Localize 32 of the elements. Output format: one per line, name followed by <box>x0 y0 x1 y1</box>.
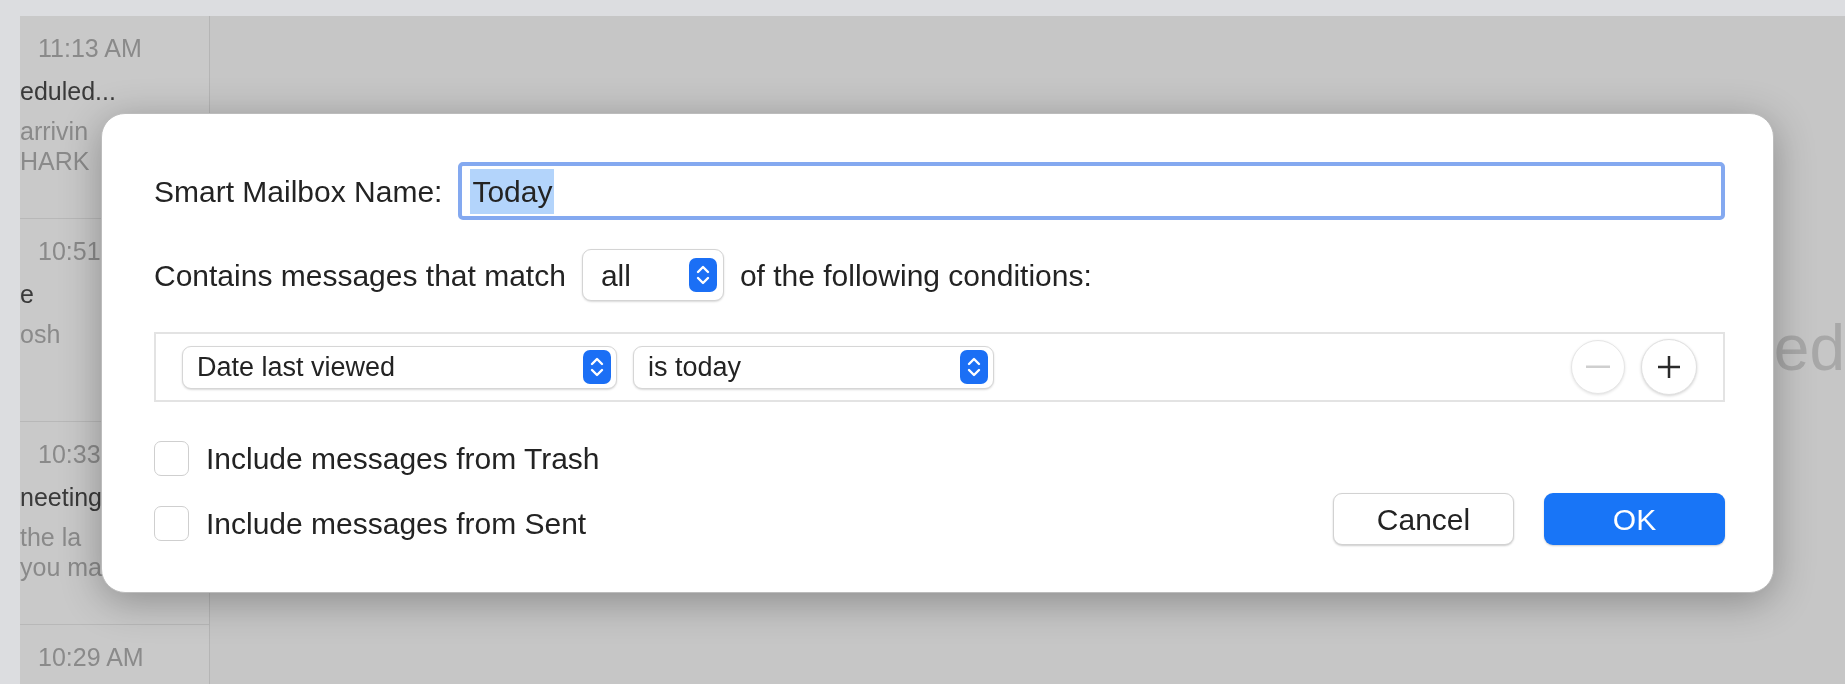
stepper-icon <box>583 350 611 384</box>
cancel-button[interactable]: Cancel <box>1333 493 1514 545</box>
minus-icon <box>1586 365 1610 369</box>
message-preview: osh <box>20 319 61 349</box>
name-value: Today <box>470 168 555 214</box>
message-subject: e <box>20 279 34 310</box>
message-preview: the la <box>20 522 82 552</box>
message-time: 11:13 AM <box>38 33 142 64</box>
ok-button[interactable]: OK <box>1544 493 1725 545</box>
message-time: 10:51 <box>38 236 101 267</box>
checkbox[interactable] <box>154 506 189 541</box>
message-preview: you ma <box>20 552 102 582</box>
checkbox[interactable] <box>154 441 189 476</box>
message-time: 10:29 AM <box>38 642 144 673</box>
operator-popup-button[interactable]: is today <box>633 345 994 389</box>
match-popup-button[interactable]: all <box>581 249 724 301</box>
checkbox-label: Include messages from Sent <box>206 506 587 542</box>
name-label: Smart Mailbox Name: <box>154 173 443 210</box>
stepper-icon <box>688 258 717 292</box>
checkbox-label: Include messages from Trash <box>206 441 600 477</box>
stepper-icon <box>960 350 988 384</box>
message-preview: arrivin <box>20 116 89 146</box>
match-prefix-label: Contains messages that match <box>154 257 566 294</box>
field-popup-button[interactable]: Date last viewed <box>182 345 617 389</box>
message-preview: HARK <box>20 146 90 176</box>
message-subject: eduled... <box>20 76 116 107</box>
match-suffix-label: of the following conditions: <box>739 257 1092 294</box>
name-input-field[interactable]: Today <box>458 162 1725 220</box>
message-time: 10:33 <box>38 439 101 470</box>
message-subject: neeting <box>20 482 103 513</box>
plus-icon <box>1657 355 1681 379</box>
add-condition-button[interactable] <box>1641 339 1697 395</box>
